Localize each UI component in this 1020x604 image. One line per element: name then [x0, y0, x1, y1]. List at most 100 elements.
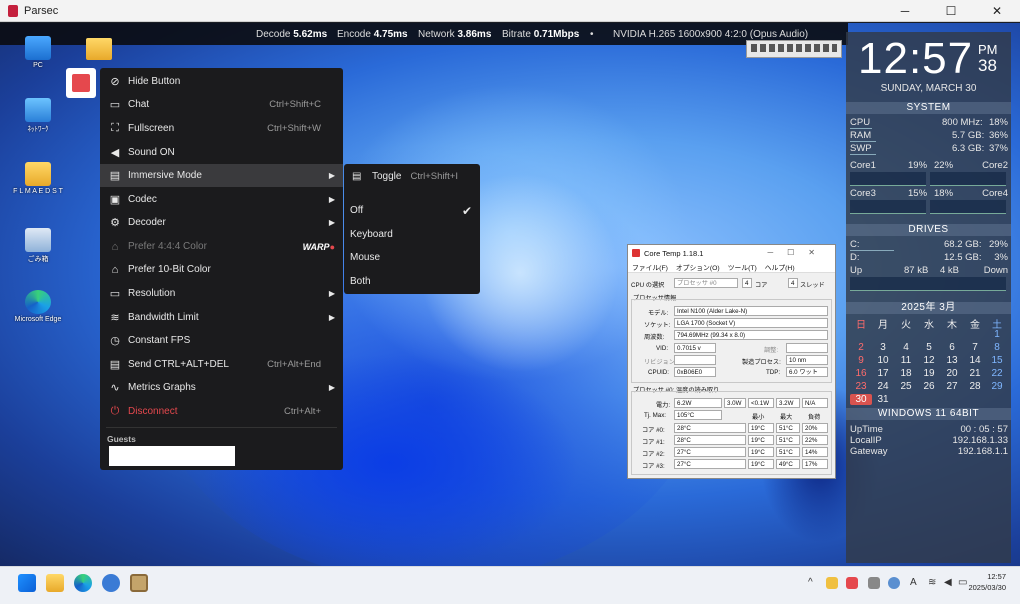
menu-item-resolution[interactable]: ▭ Resolution ▶ [100, 282, 343, 305]
cpu-select-dropdown[interactable]: プロセッサ #0 [674, 278, 738, 288]
rainmeter-panel: 12:57 PM 38 SUNDAY, MARCH 30 SYSTEM CPU … [846, 32, 1011, 563]
ram-bar [850, 141, 876, 142]
network-value: 3.86ms [457, 28, 492, 40]
submenu-option-off[interactable]: Off ✔ [344, 199, 480, 222]
menu-item-disconnect[interactable]: ⏻ Disconnect Ctrl+Alt+ [100, 400, 343, 423]
menu-item-fullscreen[interactable]: ⛶ Fullscreen Ctrl+Shift+W [100, 117, 343, 140]
menu-item-prefer-10bit-color[interactable]: ⌂ Prefer 10-Bit Color [100, 258, 343, 281]
cpuid-value: 0xB06E0 [674, 367, 716, 377]
encode-label: Encode [337, 28, 371, 40]
tray-parsec-icon[interactable] [846, 577, 858, 589]
mini-toolbar[interactable] [746, 40, 842, 58]
ime-indicator[interactable]: A [910, 577, 917, 588]
power-value: 6.2W [674, 398, 722, 408]
clock-date: SUNDAY, MARCH 30 [880, 83, 977, 94]
calendar-today: 30 [850, 394, 872, 405]
core34-line: Core3 15% 18% Core4 [850, 188, 1008, 199]
decode-value: 5.62ms [293, 28, 328, 40]
parsec-app-icon[interactable] [66, 68, 96, 98]
model-value: Intel N100 (Alder Lake-N) [674, 306, 828, 316]
coretemp-menu-tools[interactable]: ツール(T) [728, 262, 757, 272]
menu-item-decoder[interactable]: ⚙ Decoder ▶ [100, 211, 343, 234]
tdp-value: 6.0 ワット [786, 367, 828, 377]
tray-icon[interactable] [868, 577, 880, 589]
battery-icon[interactable]: ▭ [958, 577, 967, 588]
desktop-icon-edge[interactable]: Microsoft Edge [8, 290, 68, 323]
decode-label: Decode [256, 28, 291, 40]
core12-line: Core1 19% 22% Core2 [850, 160, 1008, 171]
swp-bar [850, 154, 876, 155]
desktop-icon-recycle-bin[interactable]: ごみ箱 [8, 228, 68, 264]
core4-graph [930, 200, 1006, 214]
keyboard-icon: ▤ [352, 171, 362, 182]
edge-icon [25, 290, 51, 314]
parsec-stats-bar: Decode 5.62ms Encode 4.75ms Network 3.86… [0, 23, 848, 45]
menu-item-sound[interactable]: ◀ Sound ON [100, 141, 343, 164]
guest-entry[interactable] [109, 446, 235, 466]
localip-line: LocalIP 192.168.1.33 [850, 435, 1008, 446]
warp-badge: WARP● [302, 241, 335, 252]
network-line: Up 87 kB 4 kB Down [850, 265, 1008, 276]
submenu-toggle[interactable]: ▤ Toggle Ctrl+Shift+I [344, 165, 480, 188]
submenu-arrow-icon: ▶ [328, 171, 335, 180]
drives-header: DRIVES [846, 224, 1011, 236]
app-icon[interactable] [102, 574, 120, 592]
submenu-arrow-icon: ▶ [328, 218, 335, 227]
start-icon[interactable] [18, 574, 36, 592]
tray-app-icon[interactable] [826, 577, 838, 589]
gateway-line: Gateway 192.168.1.1 [850, 446, 1008, 457]
taskbar-clock[interactable]: 12:57 2025/03/30 [968, 571, 1006, 593]
drive-c-bar [850, 250, 894, 251]
menu-item-hide-button[interactable]: ⊘ Hide Button [100, 70, 343, 93]
wifi-icon[interactable]: ≋ [928, 577, 936, 588]
window-title: Parsec [24, 4, 59, 17]
submenu-arrow-icon: ▶ [328, 383, 335, 392]
submenu-option-keyboard[interactable]: Keyboard [344, 223, 480, 246]
desktop-icon-pc[interactable]: PC [8, 36, 68, 69]
coretemp-menu-help[interactable]: ヘルプ(H) [765, 262, 795, 272]
coretemp-task-icon[interactable] [130, 574, 148, 592]
folder-icon[interactable] [86, 38, 112, 60]
tray-chevron-icon[interactable]: ^ [808, 577, 813, 588]
desktop-icon-network[interactable]: ﾈｯﾄﾜｰｸ [8, 98, 68, 134]
uptime-line: UpTime 00 : 05 : 57 [850, 424, 1008, 435]
menu-item-immersive-mode[interactable]: ▤ Immersive Mode ▶ [100, 164, 343, 187]
graph-icon: ∿ [110, 382, 120, 394]
menu-item-codec[interactable]: ▣ Codec ▶ [100, 188, 343, 211]
core2-graph [930, 172, 1006, 186]
submenu-arrow-icon: ▶ [328, 289, 335, 298]
coretemp-menu-options[interactable]: オプション(O) [676, 262, 720, 272]
close-button[interactable]: ✕ [974, 0, 1020, 22]
coretemp-window[interactable]: Core Temp 1.18.1 ─☐✕ ファイル(F) オプション(O) ツー… [627, 244, 836, 479]
desktop-icon-folder[interactable]: F L M A E D S T [8, 162, 68, 195]
menu-item-send-ctrl-alt-del[interactable]: ▤ Send CTRL+ALT+DEL Ctrl+Alt+End [100, 353, 343, 376]
calendar-title: 2025年 3月 [846, 302, 1011, 314]
keyboard-icon: ▤ [109, 170, 121, 182]
parsec-titlebar: Parsec ─ ☐ ✕ [0, 0, 1020, 22]
maximize-button[interactable]: ☐ [928, 0, 974, 22]
menu-item-metrics-graphs[interactable]: ∿ Metrics Graphs ▶ [100, 376, 343, 399]
edge-icon[interactable] [74, 574, 92, 592]
taskbar: ^ A ≋ ◀ ▭ 12:57 2025/03/30 [0, 566, 1020, 604]
cpu-bar [850, 128, 872, 129]
menu-item-chat[interactable]: ▭ Chat Ctrl+Shift+C [100, 93, 343, 116]
tray-cloud-icon[interactable] [888, 577, 900, 589]
coretemp-menu-file[interactable]: ファイル(F) [632, 262, 668, 272]
minimize-button[interactable]: ─ [882, 0, 928, 22]
menu-item-constant-fps[interactable]: ◷ Constant FPS [100, 329, 343, 352]
keyboard-icon: ▤ [109, 359, 121, 371]
coretemp-window-controls[interactable]: ─☐✕ [767, 248, 829, 257]
freq-value: 794.69MHz (99.34 x 8.0) [674, 330, 828, 340]
menu-item-bandwidth-limit[interactable]: ≋ Bandwidth Limit ▶ [100, 306, 343, 329]
bitrate-value: 0.71Mbps [533, 28, 580, 40]
checkmark-icon: ✔ [461, 203, 472, 218]
file-explorer-icon[interactable] [46, 574, 64, 592]
network-graph [850, 277, 1006, 291]
chat-icon: ▭ [109, 99, 121, 111]
coretemp-menubar: ファイル(F) オプション(O) ツール(T) ヘルプ(H) [628, 261, 835, 273]
speaker-icon[interactable]: ◀ [944, 577, 952, 588]
socket-value: LGA 1700 (Socket V) [674, 318, 828, 328]
ram-line: RAM 5.7 GB: 36% [850, 130, 1008, 141]
submenu-option-both[interactable]: Both [344, 270, 480, 293]
submenu-option-mouse[interactable]: Mouse [344, 246, 480, 269]
